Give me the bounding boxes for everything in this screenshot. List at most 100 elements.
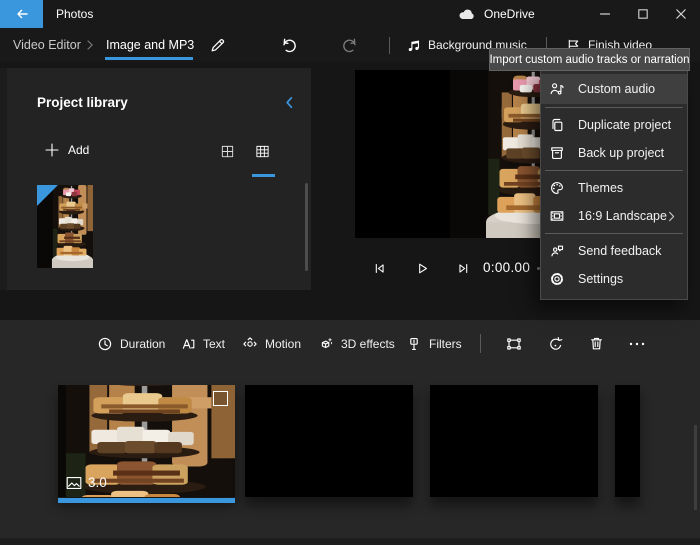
titlebar: Photos OneDrive [0,0,700,28]
play-button[interactable] [415,261,430,276]
menu-item-label: Back up project [578,146,664,160]
more-options-button[interactable] [627,335,647,353]
rotate-icon [547,335,565,353]
resize-frame-icon [505,335,523,353]
clip-toolbar-divider [480,334,481,353]
grid-small-view-button[interactable] [255,144,270,159]
grid-large-icon [220,144,235,159]
image-type-icon [66,476,82,490]
menu-item-settings[interactable]: Settings [541,265,687,293]
breadcrumb-video-editor[interactable]: Video Editor [13,28,81,62]
menu-item-custom-audio[interactable]: Custom audio [541,74,687,104]
motion-label: Motion [265,337,301,351]
storyboard-section: Duration Text Motion 3D effects Filters [0,320,700,545]
next-frame-icon [456,261,471,276]
menu-item-label: Themes [578,181,623,195]
filters-icon [406,336,422,352]
rotate-button[interactable] [547,335,565,353]
collapse-panel-button[interactable] [282,95,297,110]
backup-box-icon [549,145,565,161]
music-note-icon [406,38,421,53]
gear-icon [549,271,565,287]
timeline-horizontal-scrollbar[interactable] [0,538,700,545]
clip-checkbox[interactable] [213,391,228,406]
library-item-dessert-photo[interactable] [37,185,93,268]
text-button[interactable]: Text [180,333,225,355]
breadcrumb-chevron-icon [83,38,97,52]
photos-app-window: Photos OneDrive Video Editor Image and M… [0,0,700,545]
timeline-clip-3[interactable] [430,385,598,497]
effects-label: 3D effects [341,337,395,351]
toolbar-divider [389,37,390,54]
filters-label: Filters [429,337,462,351]
grid-small-icon [255,144,270,159]
motion-icon [242,336,258,352]
menu-item-aspect-ratio[interactable]: 16:9 Landscape [541,202,687,230]
tooltip: Import custom audio tracks or narration [489,48,690,71]
project-library-panel: Project library Add [0,68,311,290]
clip-duration-value: 3.0 [88,475,107,490]
minimize-icon [599,8,611,20]
person-music-icon [549,81,565,97]
duration-label: Duration [120,337,165,351]
text-icon [180,336,196,352]
rename-project-button[interactable] [209,28,226,62]
pencil-icon [209,37,226,54]
close-button[interactable] [662,0,700,28]
back-button[interactable] [0,0,43,28]
panel-edge [0,68,7,290]
timeline-vertical-scrollbar[interactable] [694,425,697,510]
plus-icon [45,143,59,157]
menu-item-back-up-project[interactable]: Back up project [541,139,687,167]
clock-icon [97,336,113,352]
menu-item-send-feedback[interactable]: Send feedback [541,237,687,265]
back-arrow-icon [14,6,30,22]
breadcrumb-active-underline [105,57,193,60]
more-options-menu: Custom audio Duplicate project Back up p… [540,69,688,300]
library-scrollbar[interactable] [305,183,308,271]
aspect-ratio-icon [549,208,565,224]
ellipsis-icon [627,335,647,353]
undo-button[interactable] [281,28,298,62]
menu-item-label: Custom audio [578,82,655,96]
menu-item-label: Settings [578,272,623,286]
menu-item-label: Duplicate project [578,118,671,132]
onedrive-status[interactable]: OneDrive [458,0,535,28]
maximize-button[interactable] [624,0,662,28]
menu-item-label: 16:9 Landscape [578,209,667,223]
redo-button[interactable] [341,28,358,62]
delete-button[interactable] [588,335,605,352]
feedback-icon [549,243,565,259]
trash-icon [588,335,605,352]
menu-separator [545,107,683,108]
resize-frame-button[interactable] [505,335,523,353]
timeline-clip-1[interactable]: 3.0 [58,385,235,497]
add-label: Add [68,143,89,157]
timeline-clip-2[interactable] [245,385,413,497]
filters-button[interactable]: Filters [406,333,462,355]
minimize-button[interactable] [586,0,624,28]
duration-button[interactable]: Duration [97,333,165,355]
menu-item-themes[interactable]: Themes [541,174,687,202]
maximize-icon [637,8,649,20]
grid-large-view-button[interactable] [220,144,235,159]
cloud-icon [458,7,477,21]
project-library-title: Project library [37,95,128,110]
redo-icon [341,37,358,54]
onedrive-label: OneDrive [484,7,535,21]
palette-icon [549,180,565,196]
current-time: 0:00.00 [483,260,530,275]
submenu-chevron-icon [665,210,678,223]
add-media-button[interactable]: Add [45,143,89,157]
undo-icon [281,37,298,54]
menu-item-duplicate-project[interactable]: Duplicate project [541,111,687,139]
previous-frame-button[interactable] [372,261,387,276]
timeline-clip-4[interactable] [615,385,640,497]
motion-button[interactable]: Motion [242,333,301,355]
3d-effects-button[interactable]: 3D effects [318,333,395,355]
menu-separator [545,170,683,171]
play-icon [415,261,430,276]
menu-item-label: Send feedback [578,244,661,258]
next-frame-button[interactable] [456,261,471,276]
3d-effects-icon [318,336,334,352]
